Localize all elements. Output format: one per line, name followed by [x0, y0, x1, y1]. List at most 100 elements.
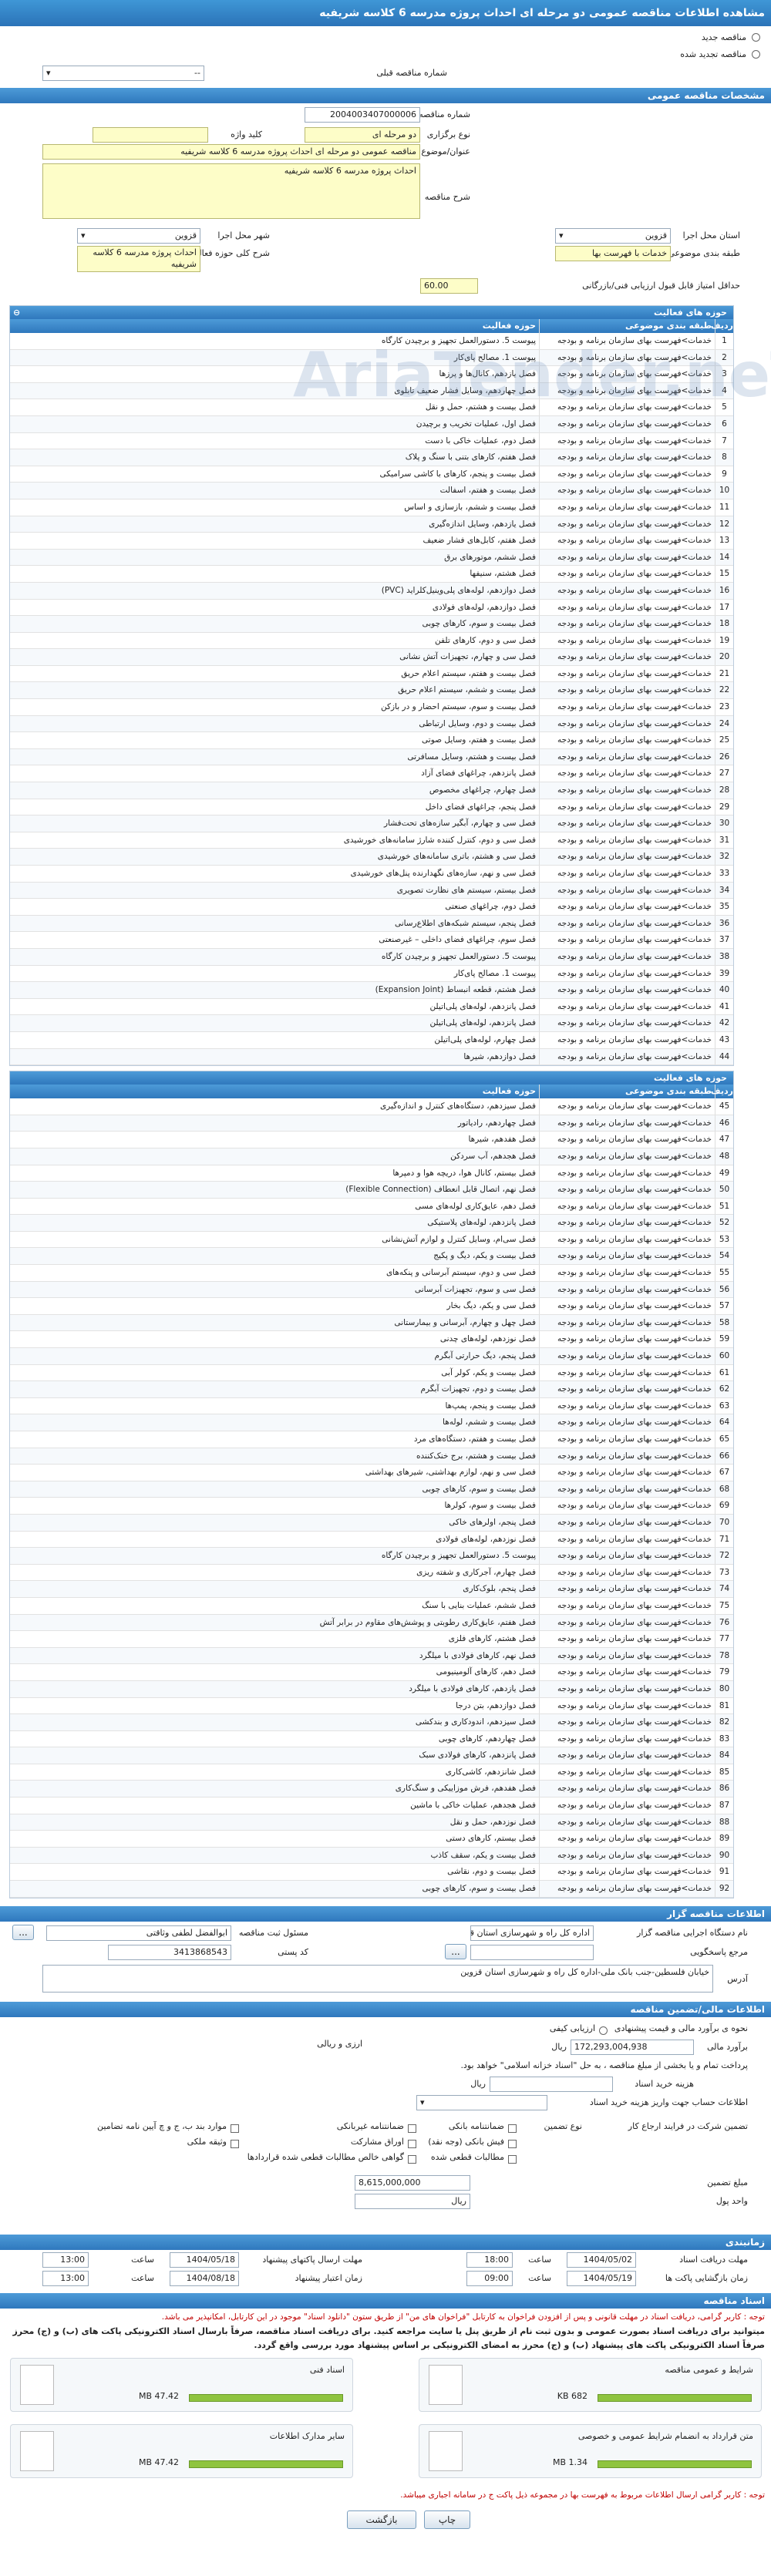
resp-lookup-button[interactable]: ...	[12, 1924, 34, 1940]
row-scope: فصل سی و نهم، سازه‌های نگهدارنده پنل‌های…	[350, 869, 536, 878]
prev-tender-label: شماره مناقصه قبلی	[376, 68, 447, 78]
g-nonbank-checkbox[interactable]	[408, 2124, 416, 2133]
g-bank-checkbox[interactable]	[508, 2124, 517, 2133]
row-category: خدمات>فهرست بهای سازمان برنامه و بودجه	[539, 1381, 715, 1397]
row-category: خدمات>فهرست بهای سازمان برنامه و بودجه	[539, 1431, 715, 1448]
row-number: 76	[715, 1614, 733, 1631]
col-scope: حوزه فعالیت	[482, 321, 536, 331]
file-card-technical[interactable]: اسناد فنی 47.42 MB	[10, 2357, 353, 2412]
province-select[interactable]: قزوین ▾	[555, 228, 671, 244]
table-row: 74 خدمات>فهرست بهای سازمان برنامه و بودجه…	[10, 1581, 733, 1598]
new-tender-radio[interactable]	[752, 33, 760, 42]
table-row: 46 خدمات>فهرست بهای سازمان برنامه و بودجه…	[10, 1115, 733, 1132]
row-category: خدمات>فهرست بهای سازمان برنامه و بودجه	[539, 1048, 715, 1065]
g-property-checkbox[interactable]	[231, 2139, 239, 2148]
guarantee-kind-label: نوع تضمین	[544, 2120, 582, 2131]
g-bonds-checkbox[interactable]	[408, 2139, 416, 2148]
row-number: 80	[715, 1680, 733, 1697]
file-card-other[interactable]: سایر مدارک اطلاعات 47.42 MB	[10, 2423, 353, 2478]
row-number: 27	[715, 765, 733, 782]
print-button[interactable]: چاپ	[424, 2510, 470, 2529]
file-size: 1.34 MB	[552, 2457, 588, 2467]
row-category: خدمات>فهرست بهای سازمان برنامه و بودجه	[539, 1098, 715, 1115]
row-category: خدمات>فهرست بهای سازمان برنامه و بودجه	[539, 1015, 715, 1031]
row-number: 32	[715, 849, 733, 865]
row-number: 36	[715, 915, 733, 932]
t3-label: زمان بازگشایی پاکت ها	[665, 2272, 748, 2283]
row-category: خدمات>فهرست بهای سازمان برنامه و بودجه	[539, 483, 715, 499]
row-number: 35	[715, 899, 733, 915]
prev-tender-select[interactable]: -- ▾	[42, 66, 204, 81]
row-scope: فصل بیست و هفتم، وسایل صوتی	[422, 735, 536, 745]
province-label: استان محل اجرا	[682, 230, 740, 240]
postal-field: 3413868543	[108, 1944, 231, 1960]
row-scope: فصل بیستم، سیستم های نظارت تصویری	[396, 885, 536, 895]
g-claims-label: مطالبات قطعی شده	[430, 2151, 504, 2162]
row-scope: فصل بیستم، کارهای دستی	[446, 1834, 536, 1844]
t4-date: 1404/08/18	[170, 2270, 239, 2286]
file-card-contract[interactable]: متن قرارداد به انضمام شرایط عمومی و خصوص…	[419, 2423, 762, 2478]
row-number: 29	[715, 799, 733, 816]
row-scope: فصل پنجم، بلوک‌کاری	[463, 1584, 536, 1594]
table-row: 78 خدمات>فهرست بهای سازمان برنامه و بودجه…	[10, 1647, 733, 1665]
table-row: 15 خدمات>فهرست بهای سازمان برنامه و بودجه…	[10, 566, 733, 583]
city-select[interactable]: قزوین ▾	[77, 228, 200, 244]
back-button[interactable]: بازگشت	[347, 2510, 416, 2529]
row-scope: فصل هفتم، عایق‌کاری رطوبتی و پوشش‌های مق…	[319, 1617, 536, 1627]
scope-label: شرح کلی حوزه فعالیت	[188, 248, 270, 258]
table-row: 82 خدمات>فهرست بهای سازمان برنامه و بودجه…	[10, 1714, 733, 1731]
row-category: خدمات>فهرست بهای سازمان برنامه و بودجه	[539, 1414, 715, 1431]
row-category: خدمات>فهرست بهای سازمان برنامه و بودجه	[539, 1881, 715, 1897]
g-net-claims-checkbox[interactable]	[408, 2154, 416, 2164]
row-number: 25	[715, 732, 733, 748]
file-card-general-terms[interactable]: شرایط و عمومی مناقصه 682 KB	[419, 2357, 762, 2412]
row-category: خدمات>فهرست بهای سازمان برنامه و بودجه	[539, 1298, 715, 1314]
row-category: خدمات>فهرست بهای سازمان برنامه و بودجه	[539, 816, 715, 832]
city-label: شهر محل اجرا	[217, 230, 270, 240]
row-category: خدمات>فهرست بهای سازمان برنامه و بودجه	[539, 1664, 715, 1680]
row-category: خدمات>فهرست بهای سازمان برنامه و بودجه	[539, 915, 715, 932]
g-amount-field: 8,615,000,000	[355, 2174, 470, 2191]
row-scope: فصل بیست و هفتم، سیستم اعلام حریق	[401, 668, 536, 678]
estimate-foreign-radio[interactable]	[599, 2026, 608, 2035]
file-progress-bar	[598, 2393, 752, 2402]
row-number: 88	[715, 1814, 733, 1831]
row-number: 57	[715, 1298, 733, 1314]
timing-band: زمانبندی	[0, 2234, 771, 2250]
account-label: اطلاعات حساب جهت واریز هزینه خرید اسناد	[589, 2097, 748, 2107]
row-category: خدمات>فهرست بهای سازمان برنامه و بودجه	[539, 1448, 715, 1465]
g-claims-checkbox[interactable]	[508, 2154, 517, 2164]
renewed-tender-radio[interactable]	[752, 50, 760, 59]
table-row: 52 خدمات>فهرست بهای سازمان برنامه و بودجه…	[10, 1215, 733, 1232]
table-row: 73 خدمات>فهرست بهای سازمان برنامه و بودجه…	[10, 1564, 733, 1582]
row-scope: فصل نوزدهم، لوله‌های چدنی	[439, 1334, 536, 1344]
row-number: 85	[715, 1764, 733, 1781]
row-number: 42	[715, 1015, 733, 1031]
table-row: 23 خدمات>فهرست بهای سازمان برنامه و بودجه…	[10, 699, 733, 716]
row-scope: فصل بیست و یکم، کولر آبی	[441, 1367, 536, 1377]
table-row: 8 خدمات>فهرست بهای سازمان برنامه و بودجه ف…	[10, 449, 733, 466]
row-number: 65	[715, 1431, 733, 1448]
row-category: خدمات>فهرست بهای سازمان برنامه و بودجه	[539, 732, 715, 748]
row-category: خدمات>فهرست بهای سازمان برنامه و بودجه	[539, 1864, 715, 1881]
g-cash-checkbox[interactable]	[508, 2139, 517, 2148]
table-row: 55 خدمات>فهرست بهای سازمان برنامه و بودجه…	[10, 1265, 733, 1282]
row-category: خدمات>فهرست بهای سازمان برنامه و بودجه	[539, 1747, 715, 1764]
row-number: 74	[715, 1581, 733, 1597]
table-row: 36 خدمات>فهرست بهای سازمان برنامه و بودجه…	[10, 915, 733, 933]
category-label: طبقه بندی موضوعی	[668, 248, 740, 258]
table-row: 59 خدمات>فهرست بهای سازمان برنامه و بودجه…	[10, 1331, 733, 1349]
row-number: 39	[715, 965, 733, 982]
table-row: 41 خدمات>فهرست بهای سازمان برنامه و بودجه…	[10, 998, 733, 1016]
account-select[interactable]: ▾	[416, 2094, 547, 2110]
row-scope: فصل بیست و ششم، سیستم اعلام حریق	[398, 685, 536, 695]
collapse-icon[interactable]: ⊖	[13, 306, 20, 319]
ref-lookup-button[interactable]: ...	[445, 1943, 466, 1959]
table-row: 24 خدمات>فهرست بهای سازمان برنامه و بودجه…	[10, 715, 733, 733]
keyword-field[interactable]	[93, 127, 208, 143]
row-scope: فصل هفدهم، شیرها	[468, 1135, 536, 1145]
row-category: خدمات>فهرست بهای سازمان برنامه و بودجه	[539, 1614, 715, 1631]
g-clause-checkbox[interactable]	[231, 2124, 239, 2133]
doc-fee-currency: ریال	[470, 2078, 486, 2089]
table-row: 43 خدمات>فهرست بهای سازمان برنامه و بودجه…	[10, 1031, 733, 1049]
